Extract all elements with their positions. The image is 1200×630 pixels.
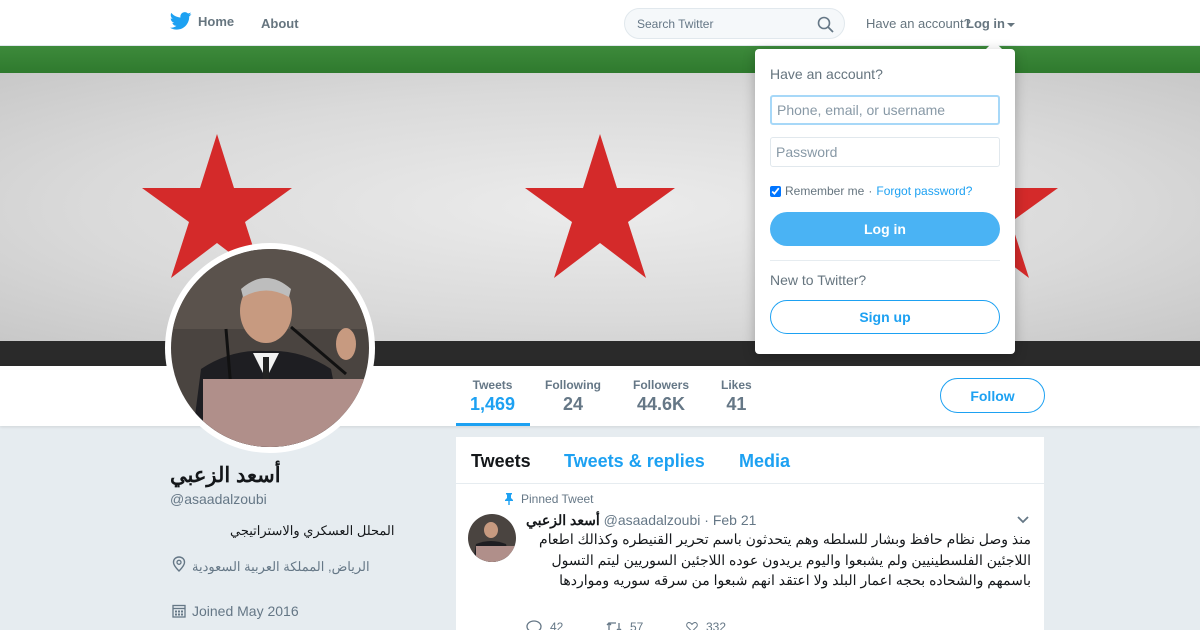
profile-handle: @asaadalzoubi	[170, 491, 267, 507]
stat-following-label: Following	[545, 378, 601, 392]
chevron-down-icon[interactable]	[1016, 515, 1030, 525]
stat-tweets-value: 1,469	[470, 394, 516, 414]
stat-likes[interactable]: Likes 41	[721, 378, 752, 415]
have-account-text: Have an account?	[866, 16, 971, 31]
timeline-tabs: Tweets Tweets & replies Media	[456, 437, 1044, 484]
profile-name: أسعد الزعبي	[170, 464, 281, 487]
retweet-count: 57	[630, 620, 644, 630]
flag-star-center	[525, 134, 675, 278]
location-pin-icon	[172, 556, 186, 572]
new-to-twitter-text: New to Twitter?	[770, 272, 867, 288]
tweet-header-separator: ·	[704, 512, 709, 528]
profile-location: الرياض, المملكة العربية السعودية	[192, 559, 370, 574]
active-stat-underline	[456, 423, 530, 426]
signup-button[interactable]: Sign up	[770, 300, 1000, 334]
tab-media[interactable]: Media	[739, 451, 790, 472]
tab-tweets-and-replies[interactable]: Tweets & replies	[564, 451, 705, 472]
profile-bio: المحلل العسكري والاستراتيجي	[230, 523, 395, 538]
reply-action[interactable]: 42	[526, 620, 566, 630]
nav-home-label: Home	[198, 13, 235, 29]
username-field[interactable]	[770, 95, 1000, 125]
profile-avatar-frame	[165, 243, 375, 453]
search-box[interactable]: Search Twitter	[624, 8, 845, 39]
search-icon[interactable]	[817, 16, 834, 33]
tweet-author-handle[interactable]: @asaadalzoubi	[604, 512, 701, 528]
stat-following[interactable]: Following 24	[545, 378, 601, 415]
login-dropdown: Have an account? Remember me · Forgot pa…	[755, 49, 1015, 354]
heart-icon	[686, 622, 698, 630]
follow-button[interactable]: Follow	[940, 378, 1045, 413]
login-link-label: Log in	[966, 16, 1005, 31]
tweet-author-name[interactable]: أسعد الزعبي	[526, 512, 600, 528]
login-dropdown-toggle[interactable]: Log in	[966, 16, 1015, 31]
tweet-text: منذ وصل نظام حافظ وبشار للسلطه وهم يتحدث…	[539, 531, 1031, 588]
login-button[interactable]: Log in	[770, 212, 1000, 246]
stat-likes-label: Likes	[721, 378, 752, 392]
like-action[interactable]: 332	[686, 620, 726, 630]
stat-likes-value: 41	[726, 394, 747, 414]
tweet-date[interactable]: Feb 21	[713, 512, 757, 528]
retweet-icon	[606, 622, 622, 630]
calendar-icon	[172, 604, 186, 618]
stat-tweets-label: Tweets	[472, 378, 513, 392]
like-count: 332	[705, 620, 726, 630]
tab-tweets[interactable]: Tweets	[471, 451, 531, 472]
nav-about-link[interactable]: About	[261, 16, 299, 31]
remember-me-checkbox[interactable]	[770, 185, 781, 197]
stat-following-value: 24	[562, 394, 584, 414]
search-input[interactable]: Search Twitter	[637, 17, 713, 31]
pinned-tweet-label: Pinned Tweet	[521, 492, 594, 506]
profile-joined-date: Joined May 2016	[192, 603, 299, 619]
timeline: Tweets Tweets & replies Media Pinned Twe…	[456, 437, 1044, 630]
login-dropdown-title: Have an account?	[770, 66, 883, 82]
nav-home-link[interactable]: Home	[170, 12, 234, 30]
stat-followers-value: 44.6K	[636, 394, 686, 414]
reply-icon	[526, 620, 542, 630]
pinned-tweet-label-row: Pinned Tweet	[503, 492, 594, 506]
forgot-password-link[interactable]: Forgot password?	[876, 184, 972, 198]
tweet-actions: 42 57 332	[526, 620, 726, 630]
dropdown-divider	[770, 260, 1000, 261]
remember-separator: ·	[868, 184, 873, 198]
pin-icon	[505, 493, 513, 505]
stat-followers-label: Followers	[633, 378, 690, 392]
avatar[interactable]	[171, 249, 373, 449]
top-navigation-bar: Home About Search Twitter Have an accoun…	[0, 0, 1200, 46]
remember-row: Remember me · Forgot password?	[770, 184, 972, 198]
twitter-bird-icon	[170, 12, 192, 30]
tweet-avatar[interactable]	[468, 514, 516, 562]
retweet-action[interactable]: 57	[606, 620, 646, 630]
stat-followers[interactable]: Followers 44.6K	[633, 378, 689, 415]
caret-down-icon	[1007, 22, 1015, 27]
remember-me-label[interactable]: Remember me	[785, 184, 864, 198]
reply-count: 42	[550, 620, 564, 630]
tweet-header: أسعد الزعبي @asaadalzoubi · Feb 21	[526, 512, 756, 529]
password-field[interactable]	[770, 137, 1000, 167]
stat-tweets[interactable]: Tweets 1,469	[470, 378, 515, 415]
